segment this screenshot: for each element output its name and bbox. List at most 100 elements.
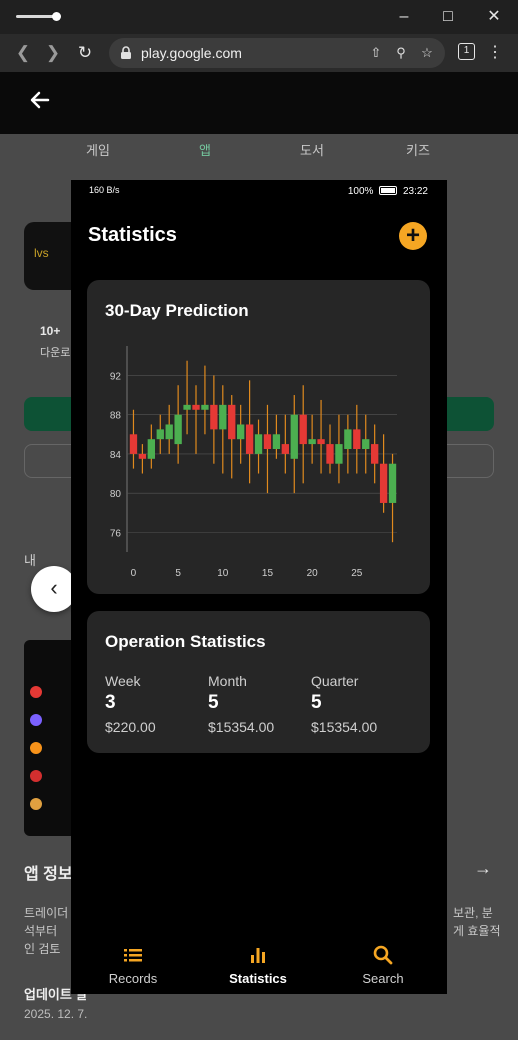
candle-body [326,444,334,464]
nav-label: Statistics [229,971,287,986]
candle-body [317,439,325,445]
tab-kids[interactable]: 키즈 [406,140,430,159]
zoom-slider-handle[interactable] [52,12,61,21]
candle-body [147,439,155,459]
candle-body [308,439,316,445]
candle-body [362,439,370,449]
candle-body [290,414,298,459]
x-tick-label: 0 [131,568,137,579]
menu-icon[interactable]: ⋮ [487,42,503,64]
candle-body [388,463,397,503]
candle-body [299,414,307,445]
store-tabs: 게임 앱 도서 키즈 [0,134,518,164]
add-button[interactable]: + [399,222,427,250]
ops-count: 5 [311,692,322,713]
thumb-coin-icon [30,686,42,698]
ops-week: Week 3 $220.00 [105,673,156,735]
ops-label: Quarter [311,673,359,689]
candle-body [129,434,138,454]
candle-body [210,404,218,430]
update-date: 2025. 12. 7. [24,1007,88,1021]
candlestick-chart: 76 80 84 88 92 0 5 10 15 20 25 [110,346,397,579]
x-tick-label: 5 [175,568,181,579]
minimize-button[interactable]: – [392,6,416,28]
search-icon [373,945,393,965]
ops-amount: $15354.00 [311,719,378,735]
candle-body [379,463,388,503]
candle-body [272,434,281,449]
candle-body [165,424,173,440]
close-window-button[interactable]: ✕ [482,6,506,28]
zoom-slider-track[interactable] [16,15,56,18]
candle-body [371,444,379,464]
download-count: 10+ [40,324,61,338]
description-text: 트레이더 [24,906,69,920]
candle-body [228,404,236,440]
list-icon [124,949,142,962]
arrow-right-icon[interactable]: → [474,858,492,879]
battery-icon [379,186,398,195]
x-tick-label: 10 [217,568,229,579]
tab-games[interactable]: 게임 [86,140,110,159]
nav-label: Search [362,971,404,986]
tab-count-button[interactable]: 1 [458,43,475,60]
ops-count: 3 [105,692,116,713]
bar-chart-icon [251,948,265,963]
operation-title: Operation Statistics [105,632,266,651]
tab-apps[interactable]: 앱 [199,140,211,159]
candle-body [201,404,209,410]
ops-label: Week [105,673,141,689]
y-tick-label: 84 [110,450,122,461]
candle-body [219,404,227,430]
ops-quarter: Quarter 5 $15354.00 [311,673,377,735]
thumb-coin-icon [30,770,42,782]
share-icon[interactable]: ⇧ [367,44,385,62]
back-icon[interactable]: ❮ [12,42,34,64]
candle-body [192,404,200,410]
candle-body [353,429,361,449]
candle-body [156,429,164,440]
zoom-icon[interactable]: ⚲ [392,44,410,62]
status-bar: 160 B/s 100% 23:22 [71,180,447,204]
reload-icon[interactable]: ↻ [74,42,96,64]
y-tick-label: 80 [110,489,122,500]
favorite-icon[interactable]: ☆ [418,44,436,62]
candle-body [281,444,289,454]
description-text: 게 효율적 [453,924,501,938]
candle-body [237,424,245,440]
y-tick-label: 88 [110,411,122,422]
description-text: 보관, 분 [453,906,493,920]
status-right: 100% 23:22 [348,186,428,197]
candle-body [344,429,352,449]
page-header [0,72,518,134]
nav-statistics[interactable]: Statistics [203,944,313,986]
ops-label: Month [208,673,247,689]
thumb-coin-icon [30,798,42,810]
section-title: 내 [24,553,36,568]
back-arrow-icon[interactable] [28,88,52,112]
page-title: Statistics [88,224,177,246]
y-tick-label: 76 [110,528,122,539]
browser-titlebar: – □ ✕ [0,0,518,34]
maximize-button[interactable]: □ [436,6,460,28]
forward-icon[interactable]: ❯ [42,42,64,64]
browser-toolbar: ❮ ❯ ↻ play.google.com ⇧ ⚲ ☆ 1 ⋮ [0,34,518,72]
x-tick-label: 20 [307,568,319,579]
ops-count: 5 [208,692,219,713]
thumb-coin-icon [30,742,42,754]
screen: { "browser": { "url": "play.google.com",… [0,0,518,1040]
candle-body [174,414,182,445]
lock-icon [121,46,131,59]
tab-books[interactable]: 도서 [300,140,324,159]
candle-body [183,404,191,410]
network-speed: 160 B/s [89,185,120,195]
nav-records[interactable]: Records [78,944,188,986]
phone-screen: 160 B/s 100% 23:22 Statistics + 30-Day P… [71,180,447,994]
bottom-nav: Records Statistics Search [71,934,447,994]
description-text: 인 검토 [24,942,61,956]
nav-search[interactable]: Search [328,944,438,986]
nav-label: Records [108,971,158,986]
x-tick-label: 25 [351,568,363,579]
prediction-card: 30-Day Prediction 76 80 84 88 92 0 5 10 15 20 25 [87,280,430,594]
address-bar[interactable]: play.google.com ⇧ ⚲ ☆ [109,38,445,68]
